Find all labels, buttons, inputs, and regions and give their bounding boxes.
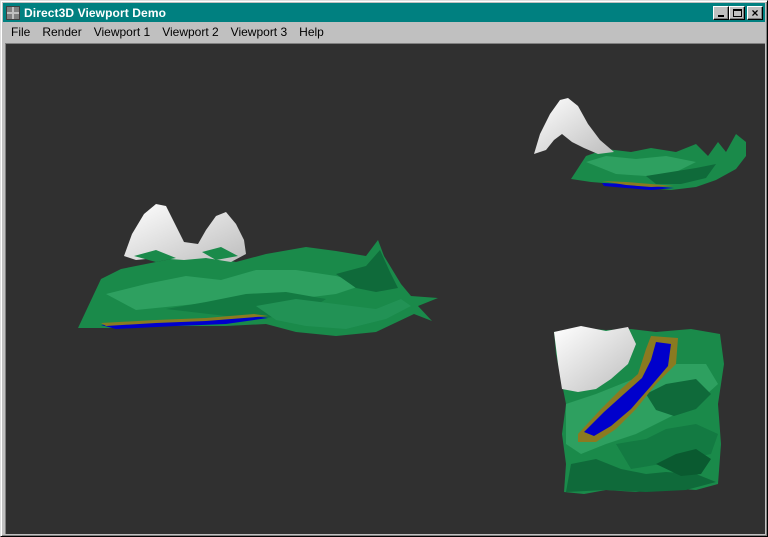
minimize-button[interactable]: [713, 5, 729, 20]
menu-file[interactable]: File: [3, 23, 36, 41]
app-icon[interactable]: [6, 5, 20, 20]
maximize-button[interactable]: [729, 5, 745, 20]
title-bar[interactable]: Direct3D Viewport Demo ×: [3, 3, 765, 22]
menu-help[interactable]: Help: [293, 23, 330, 41]
minimize-icon: [718, 14, 724, 17]
menu-viewport-2[interactable]: Viewport 2: [156, 23, 224, 41]
maximize-icon: [733, 8, 742, 17]
close-icon: ×: [751, 5, 759, 20]
terrain-viewport-1: [78, 204, 438, 336]
title-buttons: ×: [713, 5, 763, 20]
app-window: Direct3D Viewport Demo × File Render Vie…: [0, 0, 768, 537]
terrain-viewport-2: [534, 98, 746, 190]
menu-bar: File Render Viewport 1 Viewport 2 Viewpo…: [3, 23, 765, 41]
scene-canvas: [78, 98, 746, 494]
render-viewport[interactable]: [5, 43, 765, 534]
close-button[interactable]: ×: [747, 5, 763, 20]
window-title: Direct3D Viewport Demo: [24, 5, 167, 20]
menu-viewport-3[interactable]: Viewport 3: [225, 23, 293, 41]
menu-render[interactable]: Render: [36, 23, 87, 41]
menu-viewport-1[interactable]: Viewport 1: [88, 23, 156, 41]
terrain-viewport-3: [554, 326, 724, 494]
